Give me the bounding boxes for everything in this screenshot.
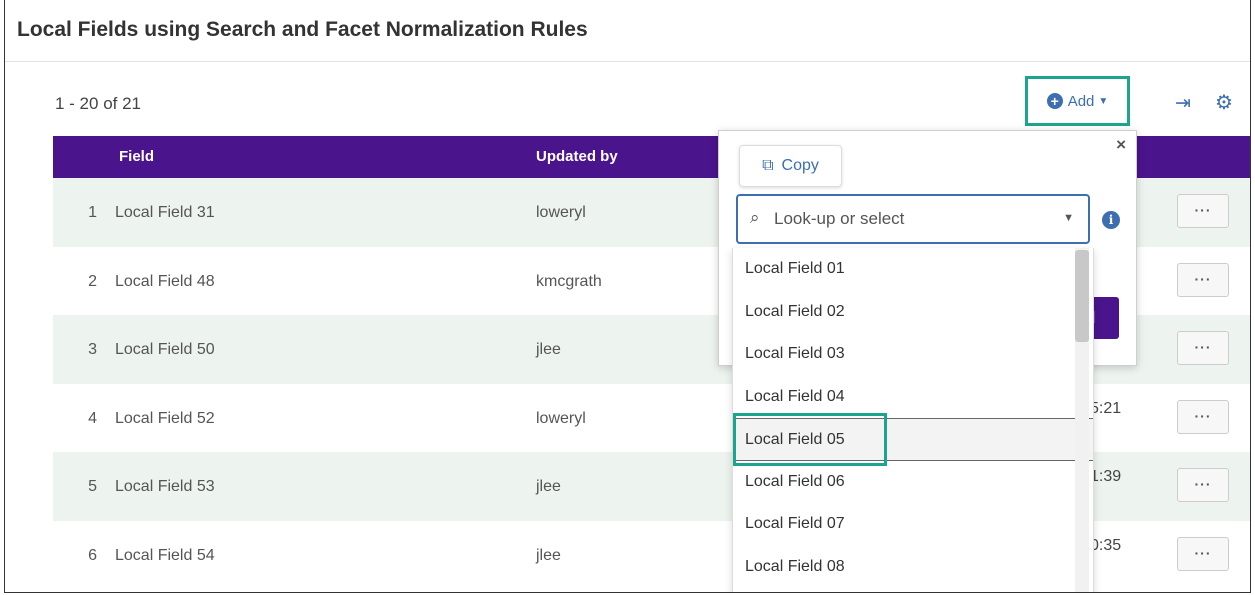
row-date: 0:35	[1090, 536, 1122, 554]
row-number: 4	[88, 409, 97, 427]
row-updated-by: loweryl	[536, 409, 586, 427]
dropdown-option[interactable]: Local Field 02	[733, 291, 1093, 334]
row-number: 6	[88, 546, 97, 564]
add-button-label: Add	[1067, 92, 1095, 110]
copy-label: Copy	[781, 157, 819, 174]
gear-icon[interactable]: ⚙	[1215, 90, 1233, 115]
close-icon[interactable]: ×	[1116, 135, 1126, 155]
row-actions-button[interactable]: ···	[1177, 331, 1229, 366]
row-number: 5	[88, 478, 97, 496]
dropdown-option-highlighted[interactable]: Local Field 05	[733, 418, 1093, 461]
dropdown-option[interactable]: Local Field 08	[733, 546, 1093, 589]
row-updated-by: jlee	[536, 546, 561, 564]
dropdown-option[interactable]: Local Field 06	[733, 461, 1093, 504]
lookup-input[interactable]	[774, 206, 1034, 232]
export-icon[interactable]: ⇥	[1175, 92, 1191, 115]
dropdown-option[interactable]: Local Field 07	[733, 503, 1093, 546]
title-bar: Local Fields using Search and Facet Norm…	[5, 0, 1250, 62]
row-date: 1:39	[1090, 468, 1122, 486]
column-header-updated-by[interactable]: Updated by	[536, 148, 618, 165]
column-header-field[interactable]: Field	[119, 148, 154, 165]
app-frame: Local Fields using Search and Facet Norm…	[4, 0, 1251, 593]
row-actions-button[interactable]: ···	[1177, 194, 1229, 228]
row-number: 2	[88, 272, 97, 290]
row-actions-button[interactable]: ···	[1177, 399, 1229, 434]
scrollbar-thumb[interactable]	[1075, 250, 1089, 342]
add-button[interactable]: + Add ▼	[1025, 76, 1130, 126]
plus-circle-icon: +	[1046, 93, 1063, 109]
copy-button[interactable]: ⧉ Copy	[739, 145, 842, 187]
row-date: 5:21	[1090, 399, 1122, 417]
row-actions-button[interactable]: ···	[1177, 262, 1229, 297]
dropdown-option[interactable]: Local Field 03	[733, 333, 1093, 376]
row-field: Local Field 54	[115, 546, 215, 564]
chevron-down-icon[interactable]: ▼	[1063, 212, 1074, 224]
row-field: Local Field 53	[115, 478, 215, 496]
lookup-select[interactable]: ⌕ ▼	[736, 194, 1090, 244]
row-number: 1	[88, 204, 97, 221]
info-icon[interactable]: i	[1102, 211, 1120, 229]
caret-down-icon: ▼	[1098, 95, 1109, 107]
row-actions-button[interactable]: ···	[1177, 536, 1229, 571]
dropdown-options: Local Field 01 Local Field 02 Local Fiel…	[732, 248, 1094, 592]
dropdown-scrollbar[interactable]	[1075, 248, 1089, 592]
dropdown-option[interactable]: Local Field 04	[733, 376, 1093, 419]
row-field: Local Field 52	[115, 409, 215, 427]
search-icon: ⌕	[750, 208, 760, 227]
row-updated-by: jlee	[536, 341, 561, 359]
row-updated-by: loweryl	[536, 204, 586, 221]
copy-icon: ⧉	[762, 157, 774, 174]
result-count: 1 - 20 of 21	[55, 94, 142, 113]
page-title: Local Fields using Search and Facet Norm…	[17, 18, 588, 41]
row-field: Local Field 31	[115, 204, 215, 221]
row-updated-by: jlee	[536, 478, 561, 496]
dropdown-option[interactable]: Local Field 01	[733, 248, 1093, 291]
row-number: 3	[88, 341, 97, 359]
row-field: Local Field 50	[115, 341, 215, 359]
row-actions-button[interactable]: ···	[1177, 468, 1229, 503]
row-field: Local Field 48	[115, 272, 215, 290]
row-updated-by: kmcgrath	[536, 272, 602, 290]
